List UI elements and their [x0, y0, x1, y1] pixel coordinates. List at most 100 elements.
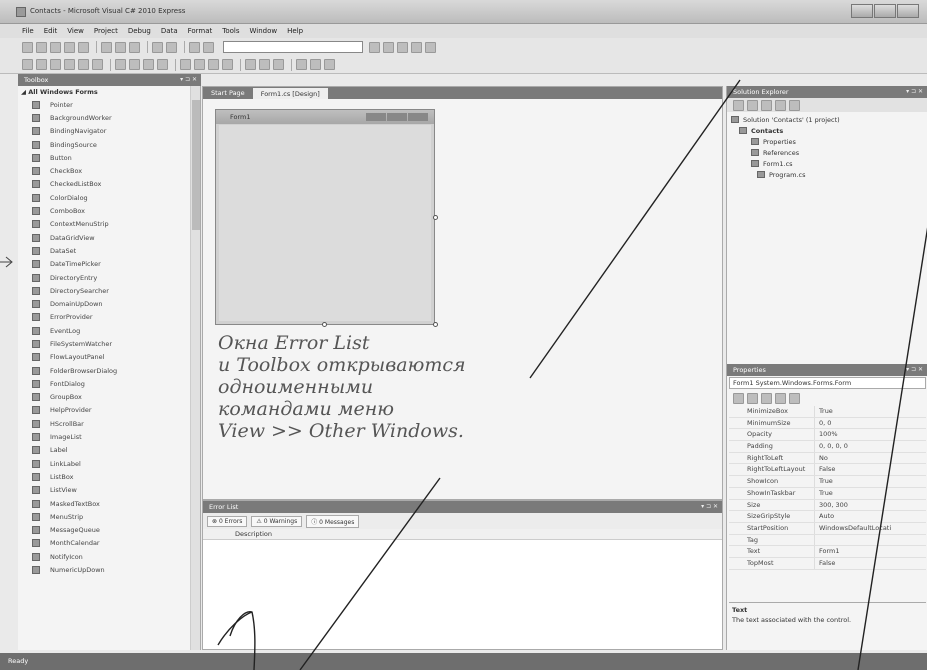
tab-form1-design[interactable]: Form1.cs [Design] [252, 88, 328, 99]
toolbox-item[interactable]: MessageQueue [18, 524, 200, 537]
form-body[interactable] [219, 125, 431, 321]
property-row[interactable]: Opacity 100% [729, 429, 926, 442]
program-node[interactable]: Program.cs [731, 169, 840, 180]
undo-icon[interactable] [152, 41, 163, 53]
tab-start-page[interactable]: Start Page [203, 87, 253, 99]
property-row[interactable]: MinimizeBox True [729, 406, 926, 418]
resize-handle-right[interactable] [433, 215, 438, 220]
property-row[interactable]: ShowInTaskbar True [729, 487, 926, 500]
object-selector[interactable]: Form1 System.Windows.Forms.Form [729, 377, 926, 389]
menu-file[interactable]: File [22, 24, 34, 38]
project-node[interactable]: Contacts [731, 125, 840, 136]
toolbox-item[interactable]: ImageList [18, 430, 200, 443]
panel-controls-icon[interactable]: ▾ ⊐ ✕ [701, 501, 718, 513]
menu-debug[interactable]: Debug [128, 24, 151, 38]
find-icon[interactable] [203, 41, 214, 53]
toolbox-item[interactable]: BindingNavigator [18, 125, 200, 138]
toolbox-item[interactable]: FolderBrowserDialog [18, 364, 200, 377]
align-top-icon[interactable] [64, 59, 75, 70]
toolbox-item[interactable]: CheckedListBox [18, 178, 200, 191]
view-code-icon[interactable] [775, 99, 786, 111]
toolbox-item[interactable]: EventLog [18, 324, 200, 337]
toolbox-item[interactable]: Label [18, 444, 200, 457]
property-row[interactable]: Padding 0, 0, 0, 0 [729, 441, 926, 453]
property-value[interactable]: WindowsDefaultLocati [814, 522, 926, 534]
toolbox-item[interactable]: ListBox [18, 470, 200, 483]
show-all-files-icon[interactable] [747, 99, 758, 111]
property-value[interactable]: Auto [814, 511, 926, 522]
property-value[interactable]: True [814, 476, 926, 487]
toolbox-item[interactable]: GroupBox [18, 391, 200, 404]
send-to-back-icon[interactable] [310, 59, 321, 70]
property-value[interactable]: No [814, 452, 926, 464]
property-row[interactable]: StartPosition WindowsDefaultLocati [729, 522, 926, 535]
properties-node[interactable]: Properties [731, 136, 840, 147]
toolbox-item[interactable]: HelpProvider [18, 404, 200, 417]
scroll-thumb[interactable] [192, 100, 200, 230]
property-row[interactable]: RightToLeft No [729, 452, 926, 465]
close-button[interactable] [897, 4, 919, 18]
resize-handle-bottom[interactable] [322, 322, 327, 327]
copy-icon[interactable] [115, 41, 126, 53]
toolbox-item[interactable]: NumericUpDown [18, 563, 200, 576]
toolbox-group-header[interactable]: ◢ All Windows Forms [18, 86, 200, 98]
make-same-width-icon[interactable] [115, 59, 126, 70]
toolbox-item[interactable]: LinkLabel [18, 457, 200, 470]
solution-explorer-icon[interactable] [369, 41, 380, 53]
toolbox-item[interactable]: MenuStrip [18, 510, 200, 523]
property-row[interactable]: MinimumSize 0, 0 [729, 417, 926, 430]
events-icon[interactable] [775, 392, 786, 404]
property-row[interactable]: Tag [729, 534, 926, 547]
add-item-icon[interactable] [36, 41, 47, 53]
save-all-icon[interactable] [78, 41, 89, 53]
decrease-spacing-icon[interactable] [208, 59, 219, 70]
save-icon[interactable] [64, 41, 75, 53]
menu-project[interactable]: Project [94, 24, 118, 38]
find-combo[interactable] [223, 41, 363, 53]
toolbox-item[interactable]: DomainUpDown [18, 297, 200, 310]
toolbox-item[interactable]: DataSet [18, 244, 200, 257]
toolbox-item[interactable]: DateTimePicker [18, 258, 200, 271]
toolbox-item[interactable]: ContextMenuStrip [18, 218, 200, 231]
align-middle-icon[interactable] [78, 59, 89, 70]
alphabetical-icon[interactable] [747, 392, 758, 404]
resize-handle-corner[interactable] [433, 322, 438, 327]
toolbox-item[interactable]: CheckBox [18, 164, 200, 177]
menu-help[interactable]: Help [287, 24, 303, 38]
property-value[interactable]: 300, 300 [814, 499, 926, 511]
horizontal-spacing-icon[interactable] [180, 59, 191, 70]
toolbox-item[interactable]: MonthCalendar [18, 537, 200, 550]
property-row[interactable]: Text Form1 [729, 546, 926, 558]
categorized-icon[interactable] [733, 392, 744, 404]
align-bottom-icon[interactable] [92, 59, 103, 70]
property-value[interactable]: 0, 0, 0, 0 [814, 441, 926, 452]
toolbox-item[interactable]: DataGridView [18, 231, 200, 244]
toolbox-item[interactable]: BindingSource [18, 138, 200, 151]
toolbox-item[interactable]: ListView [18, 484, 200, 497]
toolbox-item[interactable]: ComboBox [18, 204, 200, 217]
error-list-icon[interactable] [411, 41, 422, 53]
align-right-icon[interactable] [50, 59, 61, 70]
minimize-button[interactable] [851, 4, 873, 18]
view-designer-icon[interactable] [789, 99, 800, 111]
center-vertically-icon[interactable] [273, 59, 284, 70]
menu-tools[interactable]: Tools [222, 24, 239, 38]
property-value[interactable]: False [814, 464, 926, 476]
property-value[interactable]: True [814, 406, 926, 417]
center-horizontally-icon[interactable] [259, 59, 270, 70]
extension-manager-icon[interactable] [425, 41, 436, 53]
toolbox-item[interactable]: DirectorySearcher [18, 284, 200, 297]
menu-data[interactable]: Data [161, 24, 178, 38]
toolbox-item[interactable]: ColorDialog [18, 191, 200, 204]
panel-controls-icon[interactable]: ▾ ⊐ ✕ [906, 86, 923, 98]
toolbox-item[interactable]: FileSystemWatcher [18, 337, 200, 350]
panel-controls-icon[interactable]: ▾ ⊐ ✕ [906, 364, 923, 376]
toolbox-scrollbar[interactable] [190, 86, 200, 650]
property-row[interactable]: TopMost False [729, 557, 926, 570]
property-value[interactable] [814, 534, 926, 546]
cut-icon[interactable] [101, 41, 112, 53]
toolbox-item[interactable]: Button [18, 151, 200, 164]
errors-filter-button[interactable]: ⊗ 0 Errors [207, 515, 248, 527]
toolbox-item[interactable]: DirectoryEntry [18, 271, 200, 284]
toolbox-item[interactable]: ErrorProvider [18, 311, 200, 324]
